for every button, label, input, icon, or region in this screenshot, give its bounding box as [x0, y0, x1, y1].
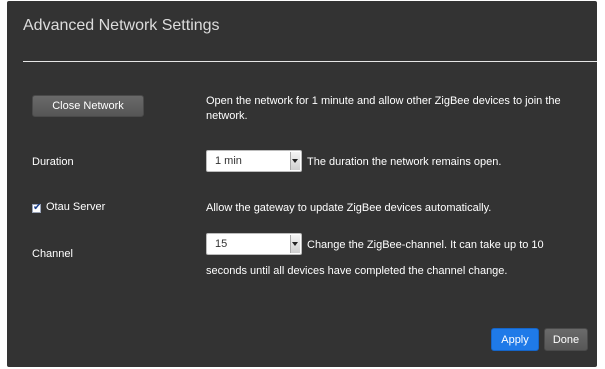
- otau-server-label: Otau Server: [46, 201, 106, 213]
- channel-description-line1: Change the ZigBee-channel. It can take u…: [307, 239, 544, 251]
- chevron-down-icon[interactable]: [290, 235, 300, 253]
- channel-select[interactable]: 15: [206, 233, 302, 255]
- close-network-description: Open the network for 1 minute and allow …: [206, 95, 561, 122]
- done-button[interactable]: Done: [544, 328, 588, 351]
- otau-server-checkbox[interactable]: ✔: [32, 202, 42, 213]
- dialog-title: Advanced Network Settings: [23, 17, 220, 34]
- close-network-button[interactable]: Close Network: [32, 95, 144, 117]
- channel-description-line2: seconds until all devices have completed…: [206, 265, 508, 277]
- channel-label: Channel: [32, 248, 73, 260]
- duration-select-value: 1 min: [215, 155, 242, 167]
- advanced-network-settings-dialog: Advanced Network Settings Close Network …: [7, 1, 597, 367]
- channel-select-value: 15: [215, 238, 228, 250]
- chevron-down-icon[interactable]: [290, 152, 300, 170]
- apply-button[interactable]: Apply: [491, 328, 539, 351]
- title-divider: [23, 61, 597, 62]
- duration-description: The duration the network remains open.: [307, 156, 502, 168]
- duration-select[interactable]: 1 min: [206, 150, 302, 172]
- checkmark-icon: ✔: [33, 202, 42, 213]
- otau-server-description: Allow the gateway to update ZigBee devic…: [206, 202, 492, 214]
- duration-label: Duration: [32, 156, 74, 168]
